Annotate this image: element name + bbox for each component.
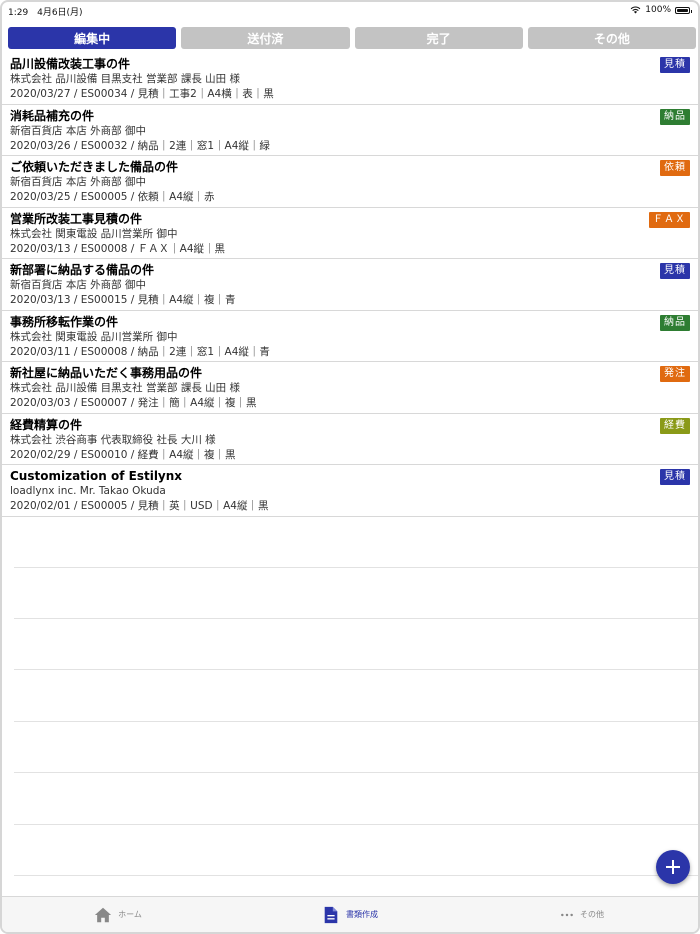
- tab-sent[interactable]: 送付済: [181, 27, 350, 49]
- document-type-badge: 発注: [660, 366, 690, 382]
- nav-create-document-label: 書類作成: [346, 910, 378, 919]
- document-client: 新宿百貨店 本店 外商部 御中: [10, 176, 147, 188]
- list-item[interactable]: 経費精算の件 株式会社 渋谷商事 代表取締役 社長 大川 様 2020/02/2…: [2, 414, 698, 465]
- document-meta: 2020/03/27 / ES00034 / 見積｜工事2｜A4横｜表｜黒: [10, 88, 274, 100]
- document-title: 新部署に納品する備品の件: [10, 263, 155, 277]
- nav-home-label: ホーム: [118, 910, 142, 919]
- document-title: 営業所改装工事見積の件: [10, 211, 143, 226]
- document-title: 品川設備改装工事の件: [10, 57, 131, 71]
- document-client: 新宿百貨店 本店 外商部 御中: [10, 279, 147, 291]
- document-meta: 2020/03/25 / ES00005 / 依頼｜A4縦｜赤: [10, 191, 215, 203]
- document-client: 株式会社 関東電設 品川営業所 御中: [10, 227, 178, 240]
- list-item[interactable]: 営業所改装工事見積の件 株式会社 関東電設 品川営業所 御中 2020/03/1…: [2, 208, 698, 259]
- status-date: 4月6日(月): [37, 8, 83, 18]
- document-client: 新宿百貨店 本店 外商部 御中: [10, 124, 147, 137]
- home-icon: [95, 907, 112, 922]
- add-document-button[interactable]: [656, 850, 690, 884]
- plus-icon: [666, 860, 680, 874]
- list-item[interactable]: 消耗品補充の件 新宿百貨店 本店 外商部 御中 2020/03/26 / ES0…: [2, 105, 698, 156]
- document-meta: 2020/02/29 / ES00010 / 経費｜A4縦｜複｜黒: [10, 448, 236, 461]
- empty-row-divider: [14, 772, 698, 773]
- nav-more-label: その他: [580, 910, 604, 919]
- document-list: 品川設備改装工事の件 株式会社 品川設備 目黒支社 営業部 課長 山田 様 20…: [2, 53, 698, 517]
- document-type-badge: 見積: [660, 469, 690, 485]
- list-item[interactable]: 新社屋に納品いただく事務用品の件 株式会社 品川設備 目黒支社 営業部 課長 山…: [2, 362, 698, 414]
- document-title: 消耗品補充の件: [10, 108, 95, 123]
- document-type-badge: 見積: [660, 263, 690, 279]
- document-meta: 2020/03/03 / ES00007 / 発注｜簡｜A4縦｜複｜黒: [10, 397, 257, 409]
- document-client: 株式会社 品川設備 目黒支社 営業部 課長 山田 様: [10, 382, 241, 394]
- nav-more[interactable]: その他: [466, 897, 698, 932]
- more-icon: [561, 913, 573, 916]
- document-type-badge: 見積: [660, 57, 690, 73]
- document-type-badge: 納品: [660, 314, 690, 331]
- document-client: 株式会社 関東電設 品川営業所 御中: [10, 330, 178, 343]
- list-item[interactable]: 新部署に納品する備品の件 新宿百貨店 本店 外商部 御中 2020/03/13 …: [2, 259, 698, 311]
- document-title: 事務所移転作業の件: [10, 314, 119, 329]
- status-bar: 1:29 4月6日(月) 100%: [2, 2, 698, 22]
- document-title: ご依頼いただきました備品の件: [10, 160, 179, 174]
- empty-row-divider: [14, 721, 698, 722]
- tab-editing[interactable]: 編集中: [8, 27, 177, 49]
- document-client: 株式会社 品川設備 目黒支社 営業部 課長 山田 様: [10, 73, 241, 85]
- document-type-badge: 納品: [660, 108, 690, 125]
- status-time: 1:29: [8, 8, 29, 18]
- wifi-icon: [630, 6, 641, 14]
- bottom-nav: ホーム 書類作成 その他: [2, 896, 698, 932]
- empty-row-divider: [14, 875, 698, 876]
- app-window: 1:29 4月6日(月) 100% 編集中 送付済 完了 その他 品川設備改装工…: [0, 0, 700, 934]
- list-item[interactable]: 事務所移転作業の件 株式会社 関東電設 品川営業所 御中 2020/03/11 …: [2, 311, 698, 362]
- document-title: Customization of Estilynx: [10, 469, 183, 483]
- battery-icon: [675, 6, 692, 14]
- document-title: 新社屋に納品いただく事務用品の件: [10, 366, 203, 380]
- empty-row-divider: [14, 618, 698, 619]
- document-title: 経費精算の件: [10, 417, 83, 432]
- document-icon: [324, 906, 338, 923]
- document-meta: 2020/03/13 / ES00008 / ＦＡＸ｜A4縦｜黒: [10, 242, 226, 255]
- status-tabs: 編集中 送付済 完了 その他: [8, 27, 696, 49]
- document-client: loadlynx inc. Mr. Takao Okuda: [10, 485, 166, 497]
- list-item[interactable]: 品川設備改装工事の件 株式会社 品川設備 目黒支社 営業部 課長 山田 様 20…: [2, 53, 698, 105]
- nav-home[interactable]: ホーム: [2, 897, 234, 932]
- nav-create-document[interactable]: 書類作成: [234, 897, 466, 932]
- document-type-badge: ＦＡＸ: [649, 211, 690, 228]
- document-meta: 2020/03/26 / ES00032 / 納品｜2連｜窓1｜A4縦｜緑: [10, 139, 270, 152]
- document-meta: 2020/03/11 / ES00008 / 納品｜2連｜窓1｜A4縦｜青: [10, 345, 270, 358]
- tab-other[interactable]: その他: [527, 27, 696, 49]
- list-item[interactable]: ご依頼いただきました備品の件 新宿百貨店 本店 外商部 御中 2020/03/2…: [2, 156, 698, 208]
- document-type-badge: 依頼: [660, 160, 690, 176]
- document-type-badge: 経費: [660, 417, 690, 434]
- document-client: 株式会社 渋谷商事 代表取締役 社長 大川 様: [10, 433, 216, 446]
- document-meta: 2020/02/01 / ES00005 / 見積｜英｜USD｜A4縦｜黒: [10, 500, 269, 512]
- empty-row-divider: [14, 669, 698, 670]
- tab-completed[interactable]: 完了: [354, 27, 523, 49]
- empty-row-divider: [14, 567, 698, 568]
- empty-row-divider: [14, 824, 698, 825]
- document-meta: 2020/03/13 / ES00015 / 見積｜A4縦｜複｜青: [10, 294, 236, 306]
- battery-percent: 100%: [645, 5, 671, 15]
- list-item[interactable]: Customization of Estilynx loadlynx inc. …: [2, 465, 698, 517]
